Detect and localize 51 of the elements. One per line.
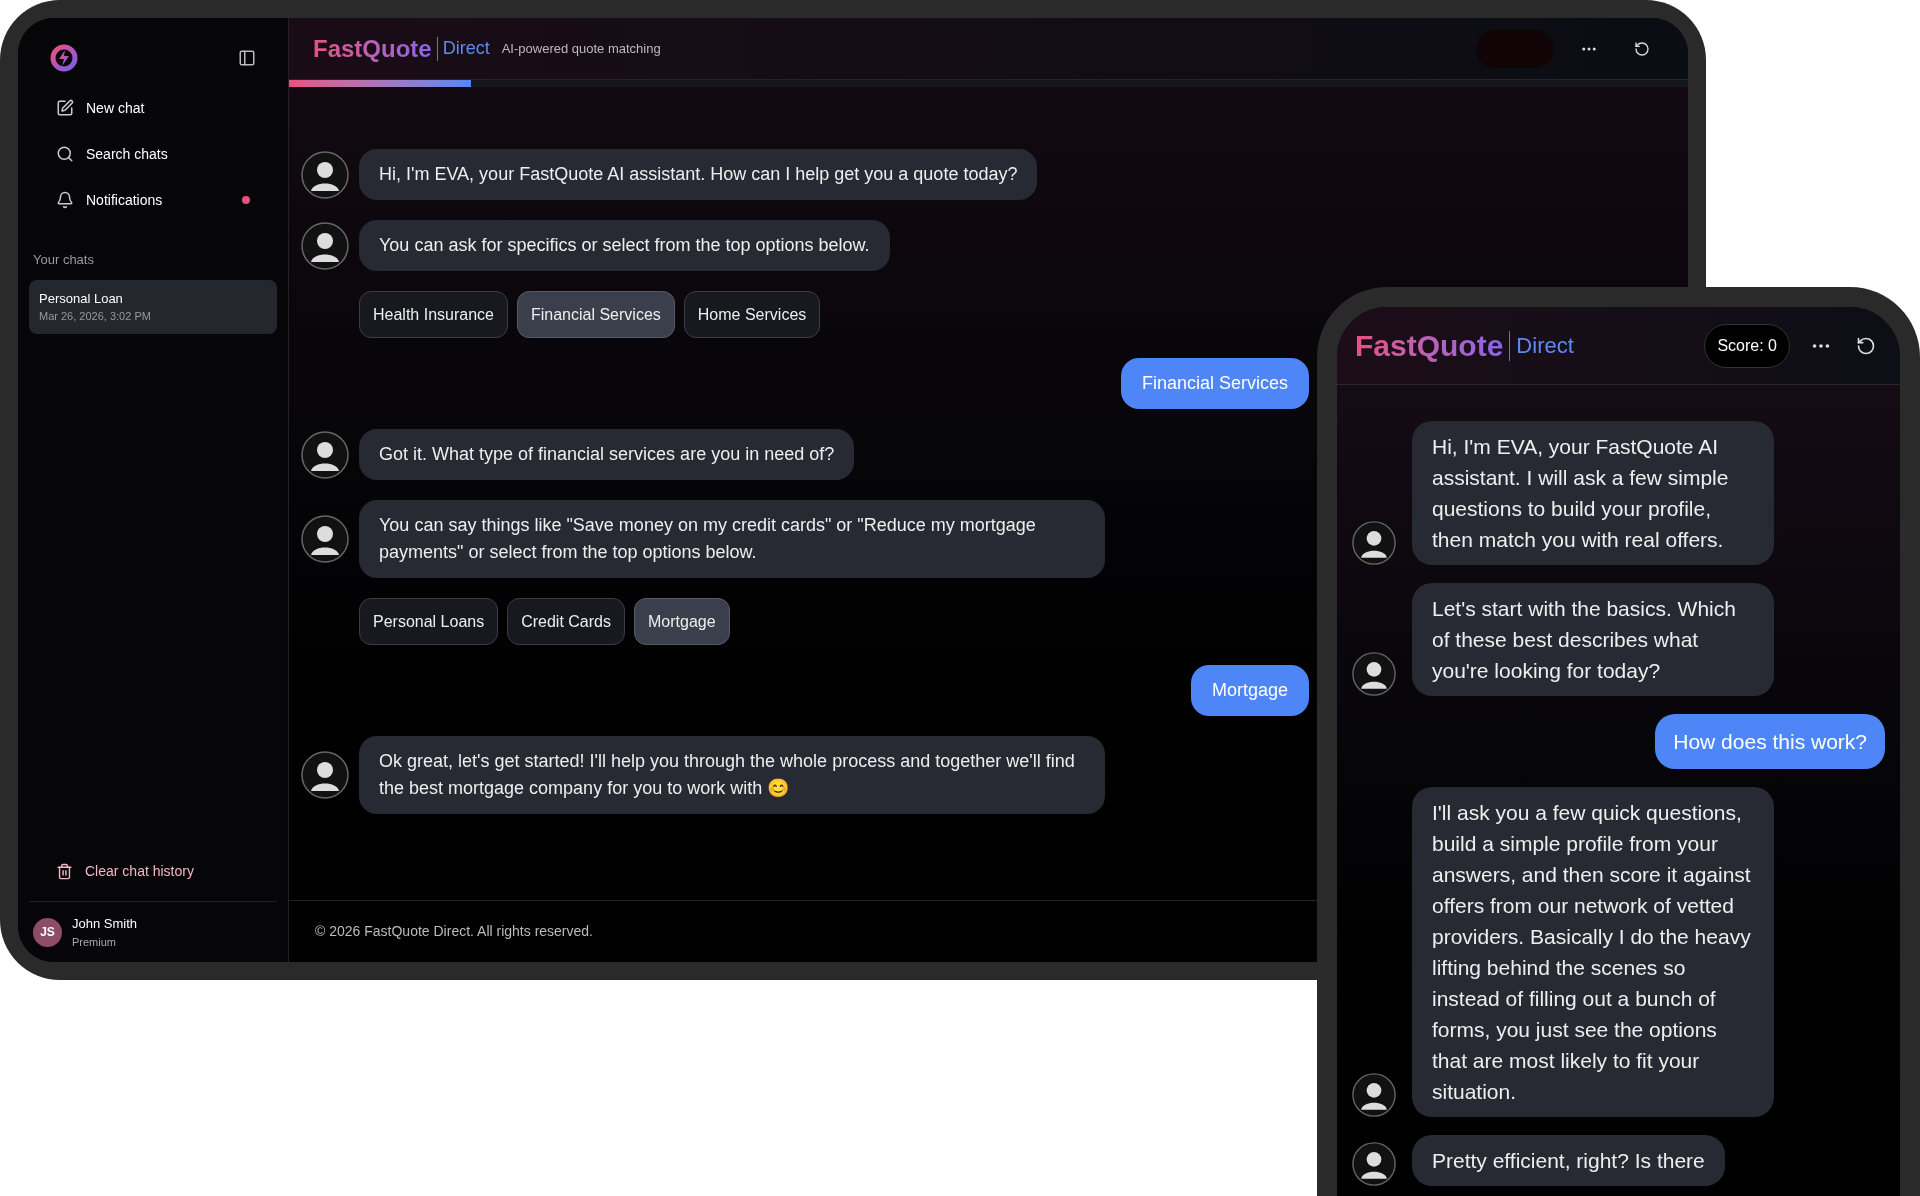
chat-date: Mar 26, 2026, 3:02 PM [39, 309, 152, 324]
logo-icon [50, 44, 78, 72]
score-pill: Score: 0 [1704, 323, 1790, 368]
chat-title: Personal Loan [39, 289, 124, 308]
option-chip[interactable]: Credit Cards [507, 598, 625, 645]
avatar-icon [301, 150, 349, 199]
sidebar-item[interactable]: Search chats [38, 138, 268, 170]
brand-suffix: Direct [1516, 331, 1574, 360]
user-plan: Premium [72, 934, 117, 950]
assistant-message: I'll ask you a few quick questions, build a simple profile from your answers, and then score it against offers from our network of vetted providers. Basically I do the heavy lifting behind the scenes so instead of filling out a bunch of forms, you just see the options that are most likely to fit your situation. [1412, 787, 1774, 1117]
sidebar-toggle-icon[interactable] [238, 49, 256, 67]
avatar-icon [301, 515, 349, 563]
brand-suffix: Direct [442, 37, 490, 60]
user-message: How does this work? [1655, 714, 1885, 769]
chat-item[interactable]: Personal Loan Mar 26, 2026, 3:02 PM [29, 279, 277, 334]
search-icon [56, 145, 74, 163]
option-chip[interactable]: Home Services [683, 291, 821, 338]
section-title: Your chats [32, 251, 95, 269]
avatar-icon [301, 221, 349, 270]
avatar-icon [1352, 1142, 1396, 1186]
trash-icon [56, 862, 73, 880]
option-chip[interactable]: Personal Loans [359, 598, 499, 645]
refresh-icon[interactable] [1634, 40, 1650, 57]
assistant-message: Pretty efficient, right? Is there [1412, 1135, 1725, 1186]
assistant-message: Let's start with the basics. Which of these best describes what you're looking for today? [1412, 583, 1774, 696]
sidebar-item[interactable]: Notifications [38, 184, 268, 216]
option-chip[interactable]: Health Insurance [359, 291, 508, 338]
option-chip[interactable]: Mortgage [634, 598, 730, 645]
user-message: Financial Services [1120, 358, 1309, 409]
sidebar-item[interactable]: New chat [38, 92, 268, 124]
assistant-message: Ok great, let's get started! I'll help you through the whole process and together we'll find the best mortgage company for you to work with 😊 [359, 736, 1105, 814]
assistant-message: Hi, I'm EVA, your FastQuote AI assistant. How can I help get you a quote today? [359, 149, 1038, 200]
footer-text: © 2026 FastQuote Direct. All rights reserved. [315, 922, 593, 941]
assistant-message: Got it. What type of financial services are you in need of? [359, 429, 855, 480]
avatar-icon [301, 430, 349, 479]
avatar-icon [1352, 652, 1396, 696]
user-name: John Smith [72, 915, 138, 933]
assistant-message: Hi, I'm EVA, your FastQuote AI assistant. I will ask a few simple questions to build your profile, then match you with real offers. [1412, 421, 1774, 565]
avatar-icon [301, 751, 349, 799]
user-message: Mortgage [1190, 665, 1309, 716]
tagline: AI-powered quote matching [501, 39, 661, 58]
clear-history-button[interactable]: Clear chat history [38, 855, 268, 887]
user-avatar: JS [33, 917, 62, 947]
pen-icon [56, 99, 74, 117]
assistant-message: You can ask for specifics or select from the top options below. [359, 220, 890, 271]
avatar-icon [1352, 521, 1396, 565]
option-chip[interactable]: Financial Services [516, 291, 675, 338]
assistant-message: You can say things like "Save money on my credit cards" or "Reduce my mortgage payments" or select from the top options below. [359, 500, 1105, 578]
avatar-icon [1352, 1073, 1396, 1117]
refresh-icon[interactable] [1856, 335, 1876, 356]
bell-icon [56, 191, 74, 209]
